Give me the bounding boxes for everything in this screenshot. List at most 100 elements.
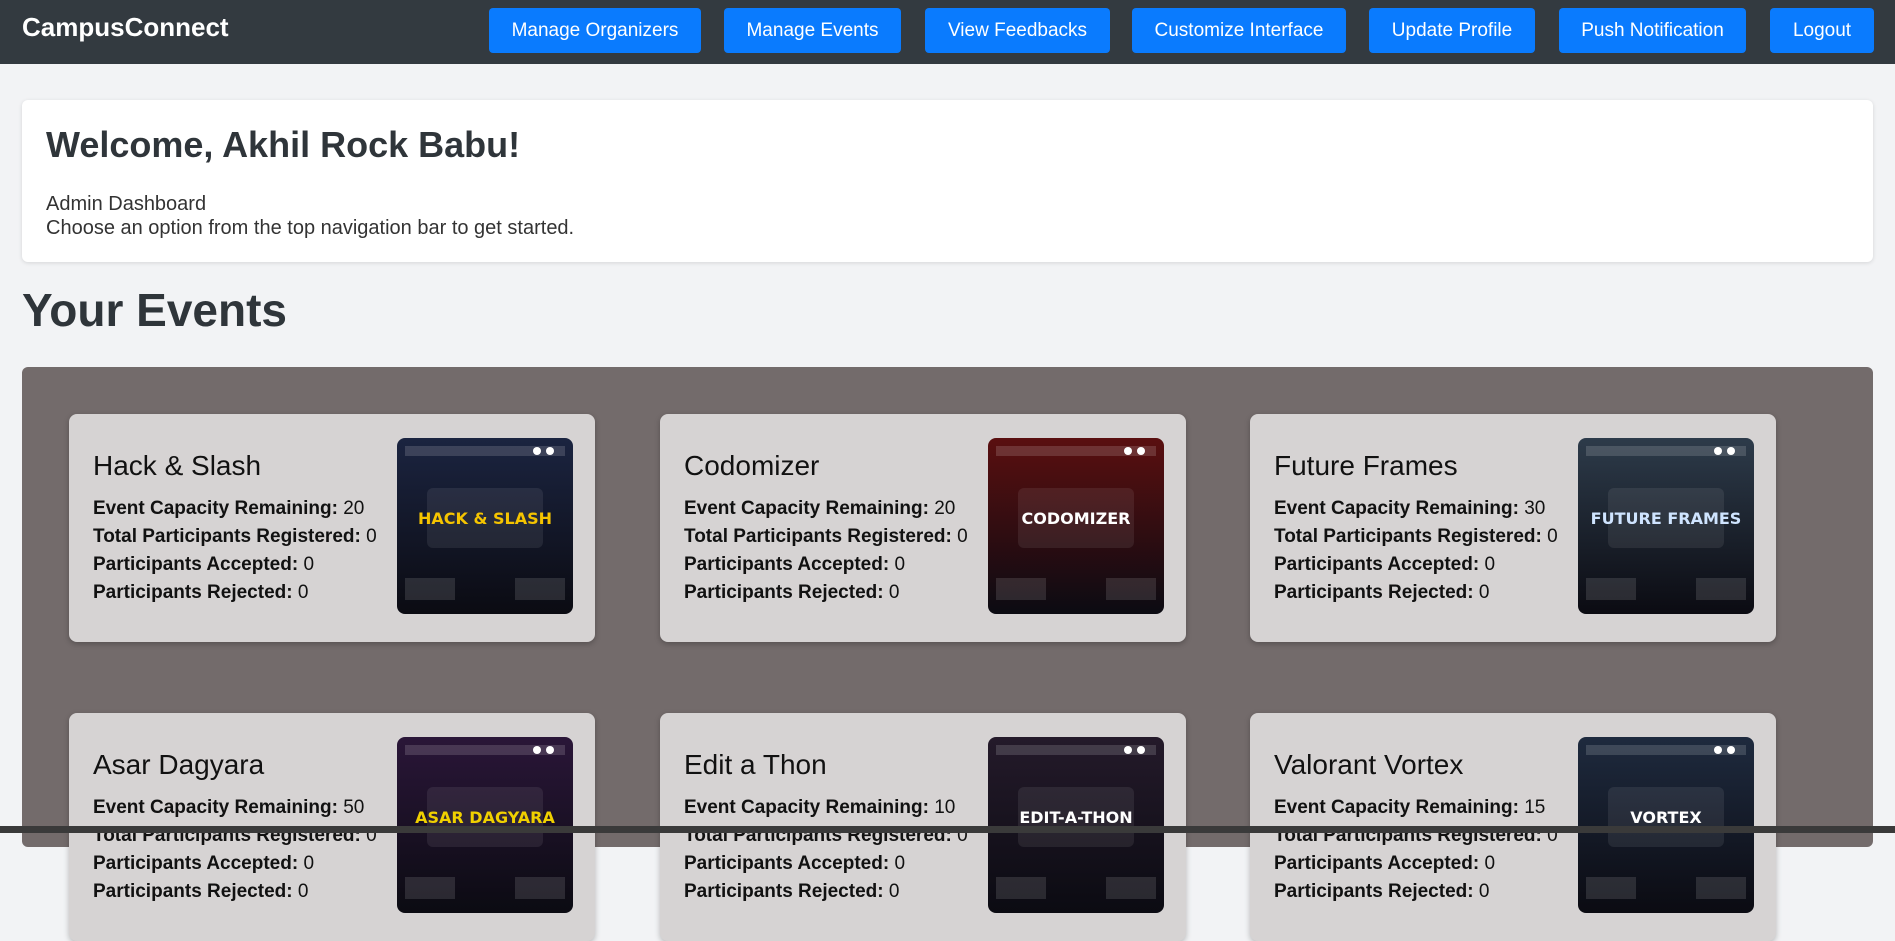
event-card[interactable]: Codomizer Event Capacity Remaining: 20 Tot…	[660, 414, 1186, 642]
update-profile-button[interactable]: Update Profile	[1369, 8, 1535, 53]
view-feedbacks-button[interactable]: View Feedbacks	[925, 8, 1110, 53]
brand-logo[interactable]: CampusConnect	[22, 12, 229, 43]
event-stat-rejected: Participants Rejected: 0	[93, 878, 377, 906]
event-stat-label: Total Participants Registered:	[1274, 526, 1542, 547]
event-stat-capacity: Event Capacity Remaining: 10	[684, 794, 968, 822]
event-title: Valorant Vortex	[1274, 749, 1464, 780]
event-stat-rejected: Participants Rejected: 0	[1274, 579, 1558, 607]
manage-events-button[interactable]: Manage Events	[724, 8, 901, 53]
event-stat-label: Participants Rejected:	[93, 582, 293, 603]
welcome-card: Welcome, Akhil Rock Babu! Admin Dashboar…	[22, 100, 1873, 262]
poster-title-text: VORTEX	[1630, 808, 1702, 827]
event-stat-value: 0	[1478, 582, 1490, 603]
dashboard-hint-text: Choose an option from the top navigation…	[46, 217, 575, 239]
event-stat-registered: Total Participants Registered: 0	[684, 523, 968, 551]
poster-title-text: CODOMIZER	[1022, 509, 1131, 528]
event-stat-label: Event Capacity Remaining:	[1274, 797, 1519, 818]
event-stat-value: 0	[297, 881, 309, 902]
future-frames-poster[interactable]: FUTURE FRAMES	[1578, 438, 1754, 614]
poster-title-text: HACK & SLASH	[418, 509, 552, 528]
top-navigation-bar: CampusConnect Manage Organizers Manage E…	[0, 0, 1895, 64]
event-stat-accepted: Participants Accepted: 0	[93, 551, 377, 579]
customize-interface-button[interactable]: Customize Interface	[1132, 8, 1346, 53]
event-stat-label: Participants Rejected:	[1274, 881, 1474, 902]
hack-slash-poster[interactable]: HACK & SLASH	[397, 438, 573, 614]
event-stats: Event Capacity Remaining: 10 Total Partic…	[684, 794, 968, 906]
event-stat-value: 20	[343, 498, 365, 519]
event-stat-value: 15	[1524, 797, 1546, 818]
event-card[interactable]: Future Frames Event Capacity Remaining: 3…	[1250, 414, 1776, 642]
event-stat-label: Participants Accepted:	[93, 853, 299, 874]
event-stat-rejected: Participants Rejected: 0	[93, 579, 377, 607]
event-stats: Event Capacity Remaining: 50 Total Partic…	[93, 794, 377, 906]
event-stat-value: 0	[957, 526, 968, 547]
event-stat-label: Participants Accepted:	[684, 554, 890, 575]
asar-dagyara-poster[interactable]: ASAR DAGYARA	[397, 737, 573, 913]
valorant-vortex-poster[interactable]: VORTEX	[1578, 737, 1754, 913]
event-stat-value: 30	[1524, 498, 1546, 519]
edit-a-thon-poster[interactable]: EDIT-A-THON	[988, 737, 1164, 913]
event-stats: Event Capacity Remaining: 20 Total Partic…	[93, 495, 377, 607]
event-stat-accepted: Participants Accepted: 0	[93, 850, 377, 878]
event-stat-registered: Total Participants Registered: 0	[1274, 523, 1558, 551]
event-stat-rejected: Participants Rejected: 0	[684, 579, 968, 607]
event-stat-label: Total Participants Registered:	[93, 526, 361, 547]
event-stat-value: 50	[343, 797, 365, 818]
event-stat-label: Event Capacity Remaining:	[93, 498, 338, 519]
event-stat-label: Event Capacity Remaining:	[1274, 498, 1519, 519]
push-notification-button[interactable]: Push Notification	[1559, 8, 1746, 53]
event-stats: Event Capacity Remaining: 15 Total Partic…	[1274, 794, 1558, 906]
event-stat-value: 0	[888, 582, 900, 603]
event-stat-label: Participants Rejected:	[1274, 582, 1474, 603]
codomizer-poster[interactable]: CODOMIZER	[988, 438, 1164, 614]
event-stat-value: 20	[934, 498, 956, 519]
event-stat-accepted: Participants Accepted: 0	[684, 850, 968, 878]
event-stat-rejected: Participants Rejected: 0	[1274, 878, 1558, 906]
event-stat-label: Participants Accepted:	[1274, 853, 1480, 874]
welcome-title: Welcome, Akhil Rock Babu!	[46, 124, 521, 165]
event-stat-capacity: Event Capacity Remaining: 50	[93, 794, 377, 822]
event-stat-value: 0	[894, 554, 906, 575]
poster-title-text: FUTURE FRAMES	[1591, 509, 1742, 528]
event-stat-value: 0	[1484, 554, 1496, 575]
event-stat-capacity: Event Capacity Remaining: 20	[684, 495, 968, 523]
event-stat-capacity: Event Capacity Remaining: 15	[1274, 794, 1558, 822]
event-stat-value: 0	[894, 853, 906, 874]
event-stat-value: 10	[934, 797, 956, 818]
event-stat-value: 0	[303, 554, 315, 575]
event-stat-rejected: Participants Rejected: 0	[684, 878, 968, 906]
event-stat-accepted: Participants Accepted: 0	[1274, 850, 1558, 878]
event-stat-label: Event Capacity Remaining:	[684, 498, 929, 519]
event-stat-value: 0	[1478, 881, 1490, 902]
event-stat-label: Participants Accepted:	[93, 554, 299, 575]
event-title: Codomizer	[684, 450, 820, 481]
event-card[interactable]: Hack & Slash Event Capacity Remaining: 20…	[69, 414, 595, 642]
event-stat-value: 0	[297, 582, 309, 603]
welcome-subtitle: Admin Dashboard Choose an option from th…	[46, 192, 574, 240]
event-stat-value: 0	[366, 526, 377, 547]
event-stat-registered: Total Participants Registered: 0	[93, 523, 377, 551]
event-stat-value: 0	[1484, 853, 1496, 874]
event-title: Hack & Slash	[93, 450, 262, 481]
event-title: Future Frames	[1274, 450, 1458, 481]
event-stat-value: 0	[888, 881, 900, 902]
event-stat-value: 0	[1547, 526, 1558, 547]
event-stat-accepted: Participants Accepted: 0	[684, 551, 968, 579]
event-stat-label: Event Capacity Remaining:	[93, 797, 338, 818]
event-title: Edit a Thon	[684, 749, 827, 780]
event-stat-label: Participants Rejected:	[684, 582, 884, 603]
event-stat-label: Participants Accepted:	[684, 853, 890, 874]
your-events-heading: Your Events	[22, 284, 287, 336]
logout-button[interactable]: Logout	[1770, 8, 1874, 53]
poster-title-text: EDIT-A-THON	[1019, 808, 1132, 827]
poster-title-text: ASAR DAGYARA	[415, 808, 555, 827]
event-stat-label: Participants Rejected:	[684, 881, 884, 902]
event-stat-capacity: Event Capacity Remaining: 30	[1274, 495, 1558, 523]
events-panel: Hack & Slash Event Capacity Remaining: 20…	[22, 367, 1873, 941]
event-stats: Event Capacity Remaining: 30 Total Partic…	[1274, 495, 1558, 607]
manage-organizers-button[interactable]: Manage Organizers	[489, 8, 701, 53]
event-stat-accepted: Participants Accepted: 0	[1274, 551, 1558, 579]
event-stat-value: 0	[303, 853, 315, 874]
event-stat-label: Participants Rejected:	[93, 881, 293, 902]
event-title: Asar Dagyara	[93, 749, 265, 780]
